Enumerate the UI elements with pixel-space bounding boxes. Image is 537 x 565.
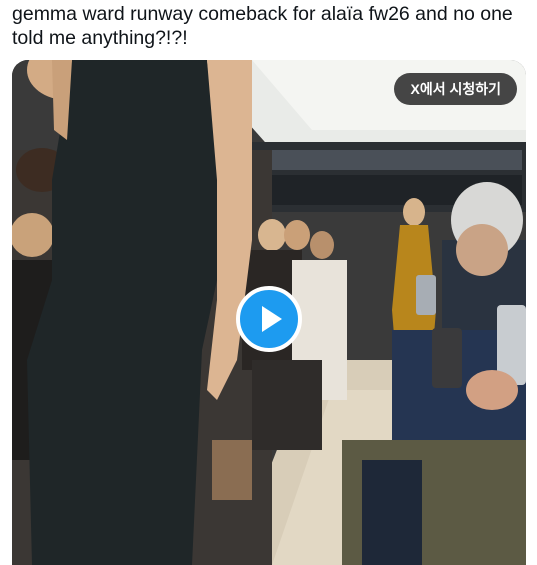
watch-on-x-button[interactable]: X에서 시청하기 [394,73,517,105]
play-icon [262,306,282,332]
video-player[interactable]: X에서 시청하기 [12,60,526,565]
play-button[interactable] [236,286,302,352]
tweet-text: gemma ward runway comeback for alaïa fw2… [12,3,513,49]
